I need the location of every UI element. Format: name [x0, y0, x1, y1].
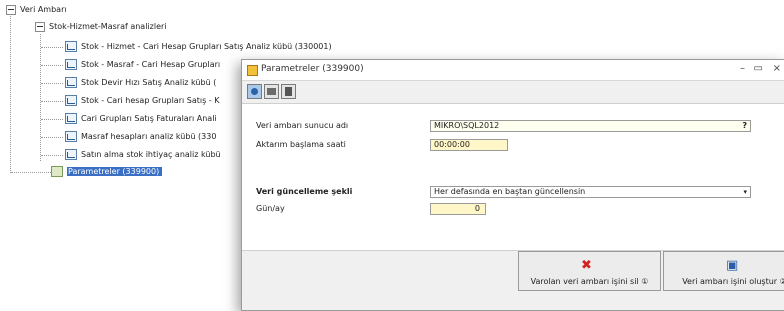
day-field[interactable]: 0 — [430, 203, 486, 215]
tree-item-label: Satın alma stok ihtiyaç analiz kübü — [81, 150, 221, 159]
parameters-icon — [51, 166, 63, 177]
tree-group-label: Stok-Hizmet-Masraf analizleri — [49, 22, 167, 31]
parameters-form: Veri ambarı sunucu adı MIKRO\SQL2012 ? A… — [242, 104, 784, 250]
chart-icon — [65, 59, 77, 70]
chart-icon — [65, 77, 77, 88]
server-field[interactable]: MIKRO\SQL2012 ? — [430, 120, 751, 132]
chart-icon — [65, 95, 77, 106]
collapse-icon[interactable] — [35, 21, 45, 32]
tree-group[interactable]: Stok-Hizmet-Masraf analizleri — [35, 20, 167, 33]
tree-item[interactable]: Cari Grupları Satış Faturaları Anali — [65, 112, 217, 125]
tree-item-label: Cari Grupları Satış Faturaları Anali — [81, 114, 217, 123]
update-mode-select[interactable]: Her defasında en baştan güncellensin ▾ — [430, 186, 751, 198]
print-icon[interactable] — [264, 84, 279, 99]
parameters-dialog: Parametreler (339900) – ▭ × Veri ambarı … — [241, 59, 784, 311]
tree-item-label: Stok - Cari hesap Grupları Satış - K — [81, 96, 220, 105]
collapse-icon[interactable] — [6, 4, 16, 15]
save-icon: ▣ — [726, 258, 739, 273]
window-icon — [247, 65, 258, 76]
go-icon[interactable] — [247, 84, 262, 99]
dialog-toolbar — [242, 81, 784, 104]
tree-item-label: Masraf hesapları analiz kübü (330 — [81, 132, 217, 141]
update-mode-label: Veri güncelleme şekli — [256, 187, 353, 196]
create-job-button[interactable]: ▣ Veri ambarı işini oluştur ② — [663, 251, 784, 291]
export-icon[interactable] — [281, 84, 296, 99]
dialog-titlebar[interactable]: Parametreler (339900) – ▭ × — [242, 60, 784, 81]
tree-item[interactable]: Stok Devir Hızı Satış Analiz kübü ( — [65, 76, 216, 89]
tree-item[interactable]: Stok - Masraf - Cari Hesap Grupları — [65, 58, 220, 71]
delete-job-button[interactable]: ✖ Varolan veri ambarı işini sil ① — [518, 251, 661, 291]
chart-icon — [65, 131, 77, 142]
tree-item-selected[interactable]: Parametreler (339900) — [51, 165, 163, 178]
chart-icon — [65, 41, 77, 52]
chart-icon — [65, 113, 77, 124]
day-value: 0 — [474, 204, 480, 213]
start-time-field[interactable]: 00:00:00 — [430, 139, 508, 151]
chart-icon — [65, 149, 77, 160]
tree-root-label: Veri Ambarı — [20, 5, 67, 14]
tree-item-label: Stok Devir Hızı Satış Analiz kübü ( — [81, 78, 217, 87]
tree-item-label: Stok - Masraf - Cari Hesap Grupları — [81, 60, 221, 69]
maximize-icon[interactable]: ▭ — [754, 63, 763, 74]
create-job-label: Veri ambarı işini oluştur ② — [682, 277, 784, 286]
delete-job-label: Varolan veri ambarı işini sil ① — [530, 277, 649, 286]
dialog-footer: ✖ Varolan veri ambarı işini sil ① ▣ Veri… — [242, 251, 784, 310]
tree-item-label: Stok - Hizmet - Cari Hesap Grupları Satı… — [81, 42, 332, 51]
start-time-value: 00:00:00 — [434, 140, 470, 149]
minimize-icon[interactable]: – — [740, 63, 745, 74]
delete-icon: ✖ — [581, 258, 592, 273]
tree-item[interactable]: Satın alma stok ihtiyaç analiz kübü — [65, 148, 221, 161]
day-label: Gün/ay — [256, 204, 285, 213]
chevron-down-icon[interactable]: ▾ — [743, 187, 747, 197]
dialog-title: Parametreler (339900) — [261, 64, 364, 74]
tree-item[interactable]: Masraf hesapları analiz kübü (330 — [65, 130, 216, 143]
lookup-icon[interactable]: ? — [742, 121, 747, 131]
close-icon[interactable]: × — [773, 63, 781, 74]
tree-item[interactable]: Stok - Cari hesap Grupları Satış - K — [65, 94, 219, 107]
start-time-label: Aktarım başlama saati — [256, 140, 346, 149]
tree-item-label: Parametreler (339900) — [67, 167, 163, 176]
tree-root[interactable]: Veri Ambarı — [6, 3, 67, 16]
server-value: MIKRO\SQL2012 — [434, 121, 500, 130]
tree-item[interactable]: Stok - Hizmet - Cari Hesap Grupları Satı… — [65, 40, 332, 53]
server-label: Veri ambarı sunucu adı — [256, 121, 349, 130]
update-mode-value: Her defasında en baştan güncellensin — [434, 187, 586, 196]
